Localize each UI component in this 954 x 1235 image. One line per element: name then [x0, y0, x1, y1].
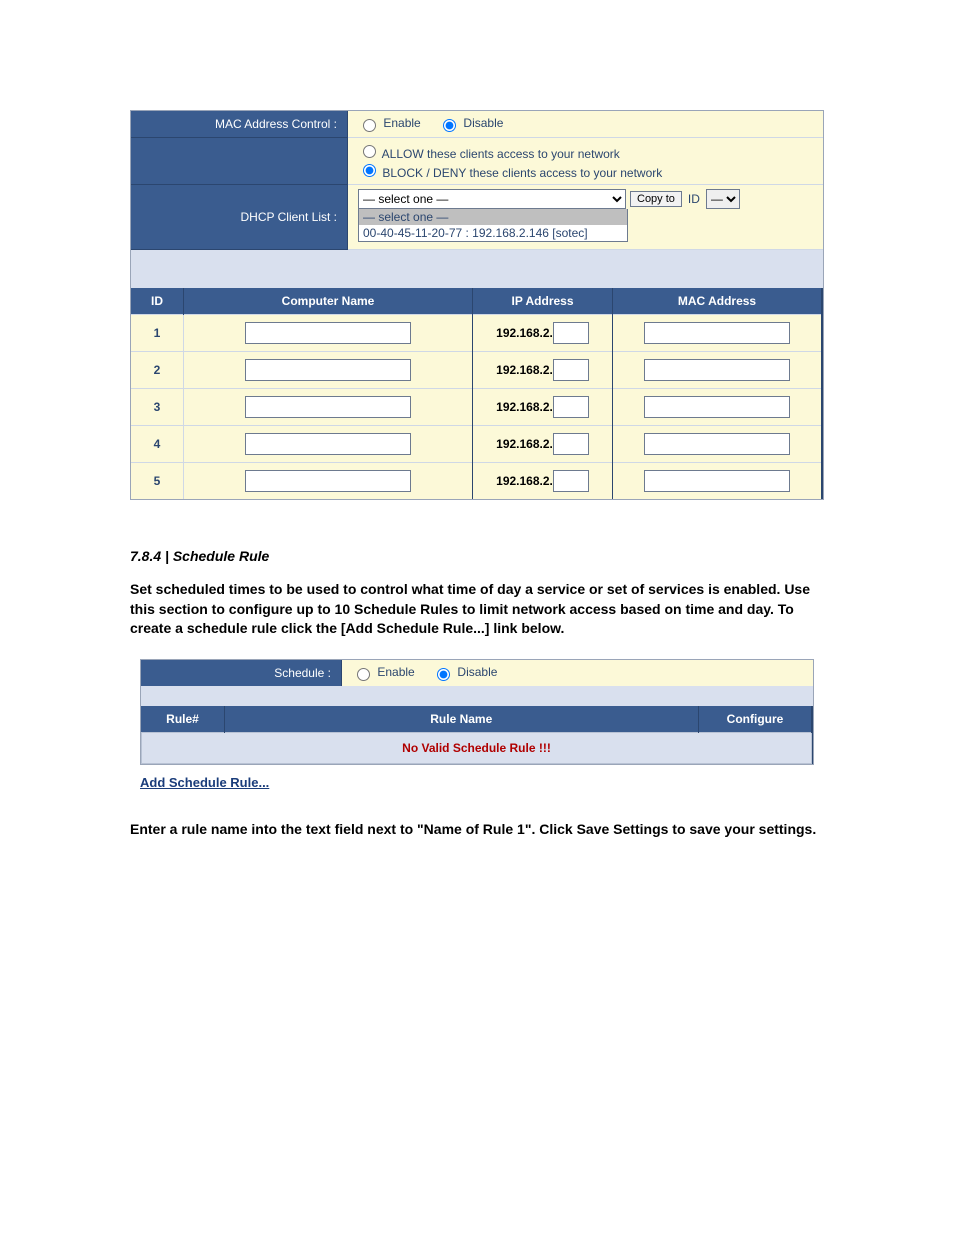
grid-row: 3 192.168.2.: [131, 389, 822, 426]
dhcp-option-1[interactable]: 00-40-45-11-20-77 : 192.168.2.146 [sotec…: [359, 225, 627, 241]
mac-disable-label: Disable: [463, 116, 503, 130]
section-outro: Enter a rule name into the text field ne…: [130, 820, 824, 840]
policy-allow-label: ALLOW these clients access to your netwo…: [382, 147, 620, 161]
mac-input[interactable]: [644, 470, 790, 492]
ip-last-input[interactable]: [553, 322, 589, 344]
no-rule-message: No Valid Schedule Rule !!!: [142, 732, 812, 763]
grid-header-ip: IP Address: [473, 288, 613, 315]
dhcp-option-0[interactable]: — select one —: [359, 209, 627, 225]
dhcp-label: DHCP Client List :: [131, 185, 348, 250]
ip-prefix: 192.168.2.: [496, 437, 553, 451]
ip-prefix: 192.168.2.: [496, 326, 553, 340]
grid-header-mac: MAC Address: [613, 288, 822, 315]
grid-id-cell: 1: [131, 315, 184, 352]
schedule-disable-label: Disable: [457, 665, 497, 679]
dhcp-client-select[interactable]: — select one —: [358, 189, 626, 209]
mac-input[interactable]: [644, 359, 790, 381]
grid-id-cell: 3: [131, 389, 184, 426]
computer-name-input[interactable]: [245, 433, 411, 455]
schedule-panel: Schedule : Enable Disable: [140, 659, 814, 765]
add-schedule-rule-link[interactable]: Add Schedule Rule...: [140, 775, 824, 790]
grid-header-name: Computer Name: [184, 288, 473, 315]
grid-row: 5 192.168.2.: [131, 463, 822, 500]
mac-input[interactable]: [644, 433, 790, 455]
mac-enable-option[interactable]: Enable: [358, 116, 424, 130]
schedule-spacer: [141, 686, 813, 706]
dhcp-controls: — select one — — select one — 00-40-45-1…: [348, 185, 823, 250]
computer-name-input[interactable]: [245, 396, 411, 418]
ip-prefix: 192.168.2.: [496, 474, 553, 488]
mac-enable-label: Enable: [383, 116, 420, 130]
policy-allow-radio[interactable]: [363, 145, 376, 158]
rule-header-name: Rule Name: [224, 706, 699, 733]
dhcp-id-select[interactable]: —: [706, 189, 740, 209]
copy-to-button[interactable]: Copy to: [630, 191, 682, 207]
ip-last-input[interactable]: [553, 359, 589, 381]
grid-row: 1 192.168.2.: [131, 315, 822, 352]
ip-prefix: 192.168.2.: [496, 363, 553, 377]
schedule-enable-radio[interactable]: [357, 668, 370, 681]
ip-prefix: 192.168.2.: [496, 400, 553, 414]
policy-block-option[interactable]: BLOCK / DENY these clients access to you…: [358, 166, 662, 180]
computer-name-input[interactable]: [245, 322, 411, 344]
schedule-options: Enable Disable: [342, 660, 813, 686]
mac-enable-radio[interactable]: [363, 119, 376, 132]
dhcp-select-wrap: — select one — — select one — 00-40-45-1…: [358, 189, 626, 209]
mac-disable-option[interactable]: Disable: [438, 116, 503, 130]
ip-last-input[interactable]: [553, 433, 589, 455]
schedule-enable-label: Enable: [377, 665, 414, 679]
computer-name-input[interactable]: [245, 470, 411, 492]
grid-header-id: ID: [131, 288, 184, 315]
section-intro: Set scheduled times to be used to contro…: [130, 580, 824, 639]
panel1-spacer: [131, 250, 823, 289]
dhcp-id-label: ID: [686, 192, 702, 206]
schedule-disable-option[interactable]: Disable: [432, 665, 497, 679]
computer-name-input[interactable]: [245, 359, 411, 381]
policy-block-label: BLOCK / DENY these clients access to you…: [382, 166, 662, 180]
mac-control-panel: MAC Address Control : Enable Disable: [130, 110, 824, 500]
grid-row: 2 192.168.2.: [131, 352, 822, 389]
grid-id-cell: 5: [131, 463, 184, 500]
mac-input[interactable]: [644, 322, 790, 344]
mac-disable-radio[interactable]: [443, 119, 456, 132]
schedule-label: Schedule :: [141, 660, 342, 686]
schedule-enable-option[interactable]: Enable: [352, 665, 418, 679]
grid-id-cell: 2: [131, 352, 184, 389]
schedule-disable-radio[interactable]: [437, 668, 450, 681]
ip-last-input[interactable]: [553, 470, 589, 492]
section-heading: 7.8.4 | Schedule Rule: [130, 548, 824, 564]
grid-row: 4 192.168.2.: [131, 426, 822, 463]
policy-block-radio[interactable]: [363, 164, 376, 177]
dhcp-dropdown-list: — select one — 00-40-45-11-20-77 : 192.1…: [358, 209, 628, 242]
policy-options: ALLOW these clients access to your netwo…: [348, 138, 823, 185]
grid-id-cell: 4: [131, 426, 184, 463]
rule-header-no: Rule#: [142, 706, 225, 733]
rule-header-configure: Configure: [699, 706, 812, 733]
mac-control-options: Enable Disable: [348, 111, 823, 138]
policy-label-blank: [131, 138, 348, 185]
ip-last-input[interactable]: [553, 396, 589, 418]
mac-control-label: MAC Address Control :: [131, 111, 348, 138]
policy-allow-option[interactable]: ALLOW these clients access to your netwo…: [358, 147, 620, 161]
mac-input[interactable]: [644, 396, 790, 418]
